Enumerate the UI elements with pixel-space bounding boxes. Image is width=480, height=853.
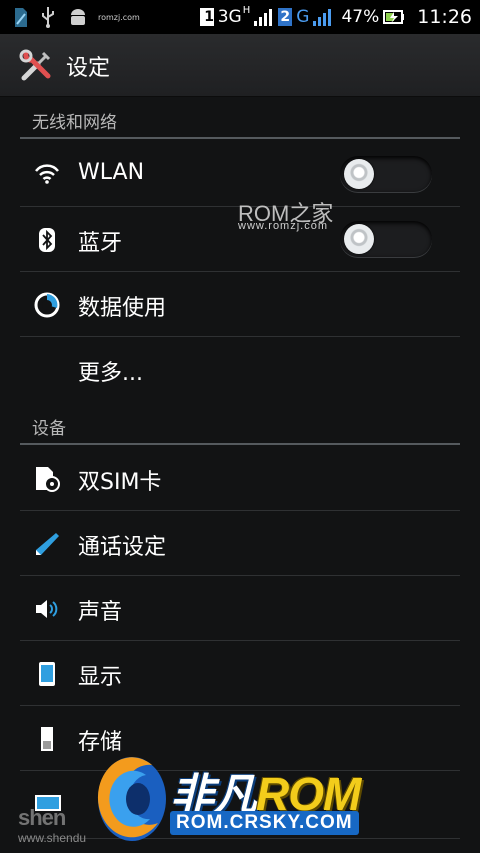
- romzj-watermark-url: www.romzj.com: [238, 220, 329, 232]
- section-header-wireless: 无线和网络: [32, 113, 117, 133]
- display-icon: [39, 662, 55, 686]
- toggle-knob: [344, 224, 374, 254]
- display-label: 显示: [78, 665, 123, 690]
- toggle-knob: [344, 159, 374, 189]
- section-divider-wireless: [20, 137, 460, 139]
- action-bar: 设定: [0, 34, 480, 97]
- phone-handset-icon: [36, 533, 59, 555]
- sim-notification-icon: [15, 8, 27, 27]
- feifan-watermark: shen www.shendu 非凡ROM ROM.CRSKY.COM: [0, 745, 480, 853]
- section-header-device: 设备: [32, 419, 66, 439]
- sound-label: 声音: [78, 600, 123, 625]
- settings-item-sound[interactable]: 声音: [0, 576, 480, 640]
- sim1-network-label: 3G: [217, 7, 242, 27]
- sim2-network-label: G: [296, 7, 310, 27]
- status-mini-text: romzj.com: [98, 12, 140, 22]
- shendu-watermark: shen: [18, 805, 66, 830]
- feifan-url: ROM.CRSKY.COM: [170, 811, 359, 835]
- clock: 11:26: [417, 6, 472, 28]
- sim1-network-mode: H: [242, 4, 251, 16]
- data-usage-icon: [34, 292, 60, 318]
- speaker-icon: [36, 600, 58, 618]
- dual-sim-label: 双SIM卡: [78, 470, 162, 495]
- wlan-label: WLAN: [78, 160, 145, 185]
- battery-charging-icon: [383, 10, 405, 24]
- bluetooth-label: 蓝牙: [78, 231, 123, 256]
- status-bar: romzj.com 1 3G H 2 G 47% 11:26: [0, 0, 480, 34]
- call-settings-label: 通话设定: [78, 535, 167, 560]
- bluetooth-icon: [39, 228, 55, 252]
- sim2-badge: 2: [278, 8, 293, 26]
- battery-percent: 47%: [341, 7, 380, 27]
- settings-tools-icon[interactable]: [18, 48, 54, 84]
- sim2-signal-icon: [313, 9, 332, 26]
- android-debug-icon: [71, 9, 85, 25]
- sim1-signal-icon: [254, 9, 273, 26]
- settings-item-display[interactable]: 显示: [0, 641, 480, 705]
- page-title: 设定: [66, 56, 111, 81]
- sim1-number: 1: [204, 9, 214, 25]
- wifi-icon: [35, 164, 59, 184]
- more-label: 更多...: [78, 361, 143, 386]
- bluetooth-toggle[interactable]: [340, 221, 432, 257]
- shendu-watermark-url: www.shendu: [18, 831, 87, 845]
- wlan-toggle[interactable]: [340, 156, 432, 192]
- section-divider-device: [20, 443, 460, 445]
- settings-item-data-usage[interactable]: 数据使用: [0, 272, 480, 336]
- notification-icons: romzj.com: [14, 5, 140, 29]
- usb-icon: [42, 7, 54, 28]
- data-usage-label: 数据使用: [78, 296, 167, 321]
- sim-card-icon: [36, 467, 60, 492]
- feifan-swirl-logo-icon: [97, 757, 166, 841]
- settings-item-more[interactable]: 更多...: [0, 337, 480, 401]
- settings-item-call-settings[interactable]: 通话设定: [0, 511, 480, 575]
- settings-item-dual-sim[interactable]: 双SIM卡: [0, 446, 480, 510]
- status-indicators: 1 3G H 2 G 47% 11:26: [199, 4, 472, 30]
